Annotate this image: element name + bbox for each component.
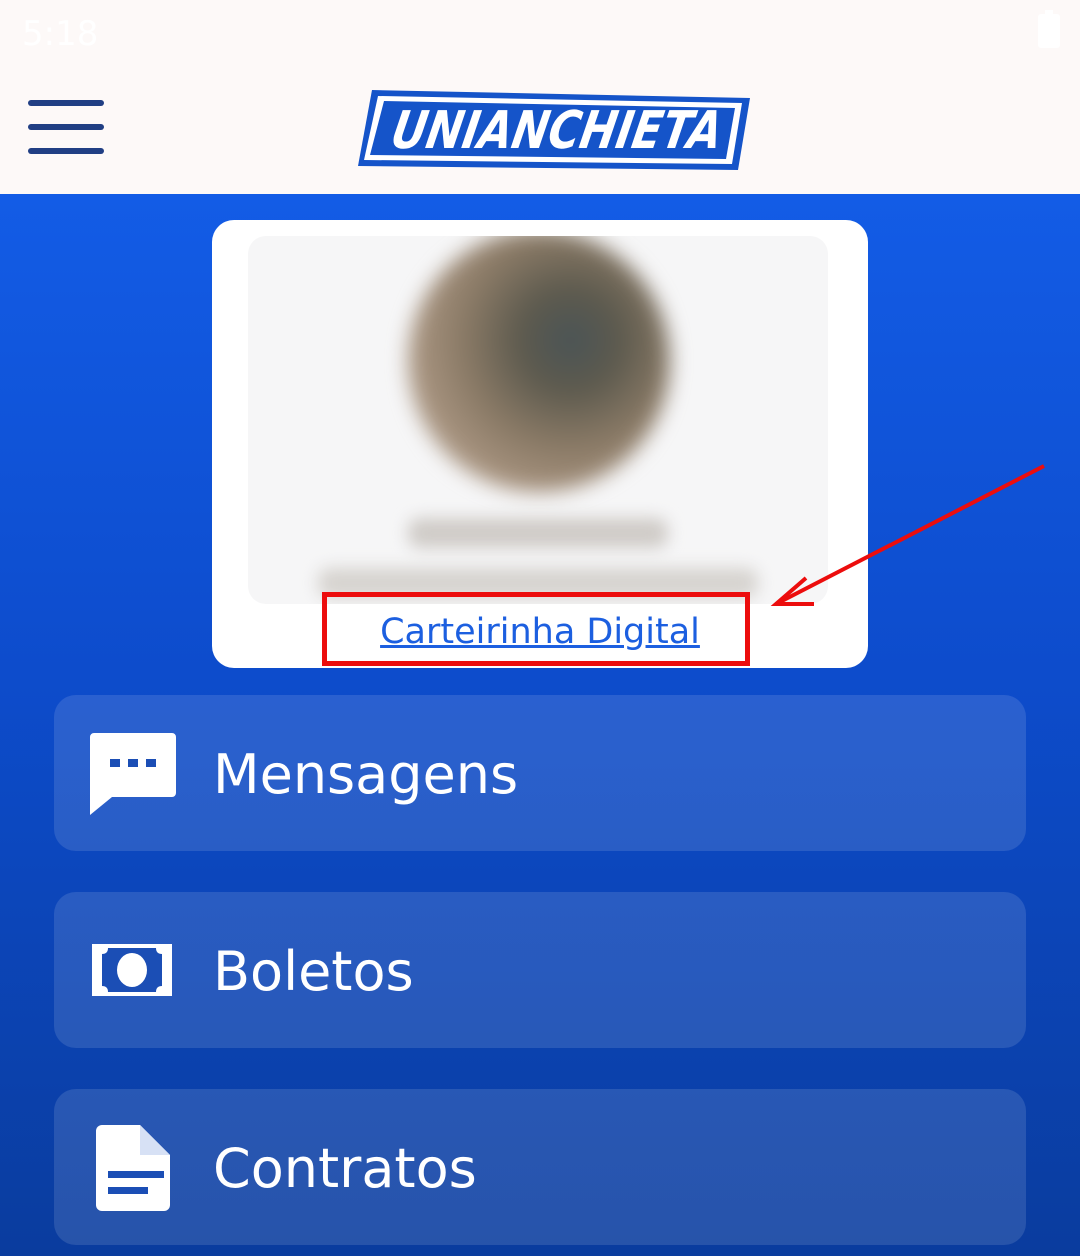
highlight-annotation-box bbox=[322, 592, 750, 666]
banknote-icon bbox=[92, 944, 172, 996]
profile-info bbox=[248, 236, 828, 604]
menu-item-mensagens[interactable]: Mensagens bbox=[54, 695, 1026, 851]
document-icon bbox=[96, 1125, 170, 1211]
app-header: UNIANCHIETA bbox=[0, 66, 1080, 194]
hamburger-menu-icon[interactable] bbox=[28, 100, 104, 156]
menu-item-label: Mensagens bbox=[213, 743, 519, 806]
battery-icon bbox=[1038, 10, 1060, 48]
status-bar: 5:18 bbox=[0, 0, 1080, 66]
chat-bubble-icon bbox=[90, 733, 176, 815]
avatar bbox=[408, 236, 670, 492]
menu-item-label: Contratos bbox=[213, 1137, 477, 1200]
status-time: 5:18 bbox=[22, 14, 99, 54]
menu-item-boletos[interactable]: Boletos bbox=[54, 892, 1026, 1048]
unianchieta-logo: UNIANCHIETA bbox=[358, 90, 750, 170]
menu-item-label: Boletos bbox=[213, 940, 414, 1003]
student-name-blurred bbox=[408, 518, 668, 548]
logo-text: UNIANCHIETA bbox=[387, 100, 728, 161]
annotation-arrow-icon bbox=[770, 464, 1045, 606]
main-content: Carteirinha Digital Mensagens Boletos Co… bbox=[0, 194, 1080, 1256]
menu-item-contratos[interactable]: Contratos bbox=[54, 1089, 1026, 1245]
